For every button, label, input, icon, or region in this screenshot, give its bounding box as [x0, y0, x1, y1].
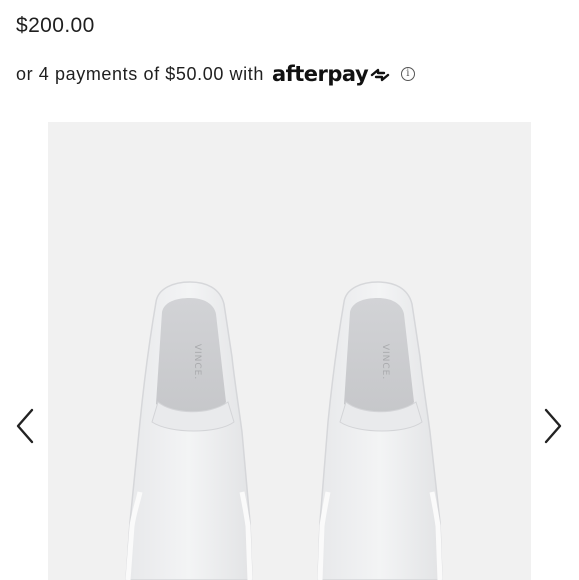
previous-image-button[interactable] [10, 404, 40, 448]
info-icon[interactable]: i [401, 67, 416, 81]
product-image: VINCE. VINCE. [48, 122, 531, 580]
installment-text: or 4 payments of $50.00 with [16, 63, 264, 84]
product-price: $200.00 [16, 14, 95, 37]
afterpay-installments: or 4 payments of $50.00 with afterpay i [16, 60, 416, 88]
chevron-right-icon [544, 408, 562, 444]
afterpay-wordmark: afterpay [271, 62, 369, 86]
svg-text:VINCE.: VINCE. [380, 344, 390, 380]
afterpay-logo: afterpay [272, 62, 391, 86]
afterpay-badge-icon [370, 68, 390, 82]
next-image-button[interactable] [538, 404, 568, 448]
product-image-gallery[interactable]: VINCE. VINCE. [48, 122, 531, 580]
product-page: $200.00 or 4 payments of $50.00 with aft… [0, 0, 579, 580]
chevron-left-icon [16, 408, 34, 444]
svg-text:VINCE.: VINCE. [192, 344, 202, 380]
